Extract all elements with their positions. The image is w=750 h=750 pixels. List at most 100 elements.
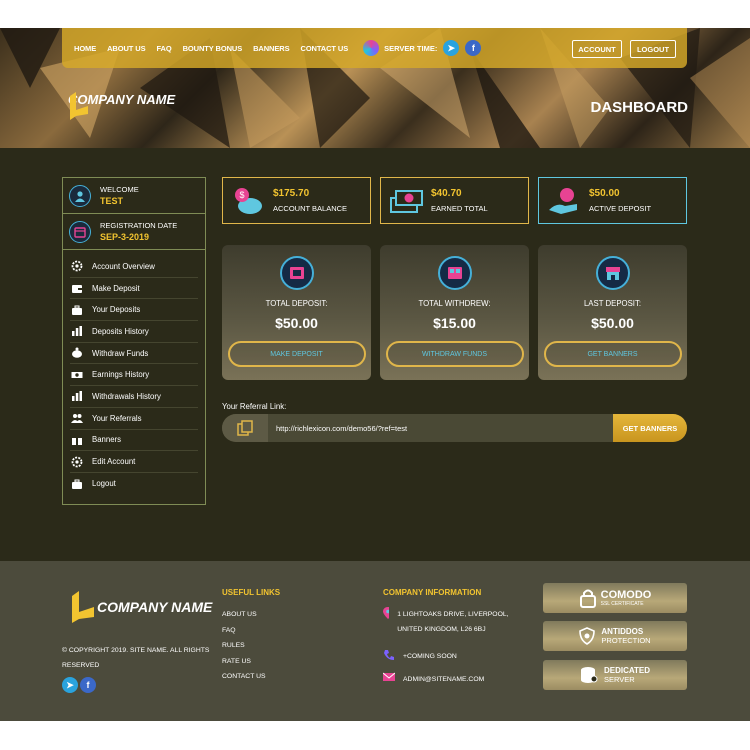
withdraw-funds-button[interactable]: WITHDRAW FUNDS (385, 341, 524, 367)
card-label: TOTAL WITHDREW: (418, 299, 491, 308)
facebook-icon[interactable]: f (80, 677, 96, 693)
sidebar-item-earnings-history[interactable]: Earnings History (70, 364, 198, 387)
footer-link-rules[interactable]: RULES (222, 642, 245, 649)
card-total-withdrew: TOTAL WITHDREW: $15.00 WITHDRAW FUNDS (380, 245, 529, 380)
sidebar-item-account-overview[interactable]: Account Overview (70, 256, 198, 278)
welcome-label: WELCOME (100, 185, 139, 194)
company-logo[interactable]: COMPANY NAME (68, 92, 175, 120)
card-label: LAST DEPOSIT: (583, 299, 642, 308)
withdraw-icon (437, 256, 472, 290)
registration-block: REGISTRATION DATE SEP-3-2019 (63, 214, 205, 250)
card-last-deposit: LAST DEPOSIT: $50.00 GET BANNERS (538, 245, 687, 380)
footer-link-faq[interactable]: FAQ (222, 627, 236, 634)
footer-logo[interactable]: COMPANY NAME (70, 591, 212, 623)
telegram-icon[interactable]: ➤ (443, 40, 460, 56)
useful-links-heading: USEFUL LINKS (222, 588, 281, 597)
nav-contact-link[interactable]: CONTACT US (301, 44, 349, 53)
map-pin-icon (383, 607, 390, 619)
dedicated-server-badge: DEDICATED SERVER (543, 660, 687, 690)
copyright-text: © COPYRIGHT 2019. SITE NAME. ALL RIGHTS … (62, 647, 210, 669)
phone-text: +COMING SOON (403, 653, 457, 660)
stat-label: ACCOUNT BALANCE (273, 204, 348, 213)
sidebar-item-edit-account[interactable]: Edit Account (70, 451, 198, 473)
calendar-icon (69, 220, 91, 243)
nav-about-link[interactable]: ABOUT US (107, 44, 145, 53)
copy-icon[interactable] (222, 414, 268, 442)
gift-icon (70, 433, 84, 447)
stat-label: ACTIVE DEPOSIT (589, 204, 652, 213)
footer-link-contact[interactable]: CONTACT US (222, 673, 266, 680)
sidebar-item-label: Earnings History (92, 370, 150, 380)
registration-date: SEP-3-2019 (100, 232, 150, 242)
badge-title: DEDICATED (603, 666, 651, 675)
welcome-block: WELCOME TEST (63, 178, 205, 214)
wallet-icon (70, 281, 84, 295)
nav-faq-link[interactable]: FAQ (156, 44, 171, 53)
nav-home-link[interactable]: HOME (74, 44, 96, 53)
piggy-bank-icon (70, 346, 84, 360)
money-stack-icon (390, 189, 423, 213)
footer-link-about[interactable]: ABOUT US (222, 611, 257, 618)
nav-bounty-link[interactable]: BOUNTY BONUS (183, 44, 243, 53)
telegram-icon[interactable]: ➤ (62, 677, 78, 693)
stat-account-balance: $ $175.70 ACCOUNT BALANCE (222, 177, 371, 224)
server-time: SERVER TIME: (363, 40, 437, 56)
email-row: ADMIN@SITENAME.COM (383, 672, 484, 687)
referral-bar: http://richlexicon.com/demo56/?ref=test … (222, 414, 687, 442)
sidebar-item-your-deposits[interactable]: Your Deposits (70, 299, 198, 322)
users-icon (70, 411, 84, 425)
card-label: TOTAL DEPOSIT: (265, 299, 328, 308)
stat-earned-total: $40.70 EARNED TOTAL (380, 177, 529, 224)
comodo-ssl-badge: COMODO SSL CERTIFICATE (543, 583, 687, 613)
briefcase-icon (70, 303, 84, 317)
badge-subtitle: PROTECTION (601, 636, 651, 645)
sidebar-item-label: Logout (92, 479, 116, 489)
footer-link-rate[interactable]: RATE US (222, 658, 251, 665)
store-icon (595, 256, 630, 290)
sidebar-item-deposits-history[interactable]: Deposits History (70, 321, 198, 343)
address-text: 1 LIGHTOAKS DRIVE, LIVERPOOL, UNITED KIN… (397, 611, 509, 633)
sidebar-item-your-referrals[interactable]: Your Referrals (70, 408, 198, 430)
shield-icon (579, 627, 596, 645)
sidebar-item-label: Withdraw Funds (92, 348, 149, 358)
make-deposit-button[interactable]: MAKE DEPOSIT (227, 341, 366, 367)
phone-icon (384, 650, 394, 660)
page: HOME ABOUT US FAQ BOUNTY BONUS BANNERS C… (0, 28, 750, 721)
nav-banners-link[interactable]: BANNERS (253, 44, 289, 53)
card-value: $50.00 (275, 315, 318, 331)
server-time-label: SERVER TIME: (384, 43, 438, 53)
phone-row: +COMING SOON (383, 649, 457, 664)
badge-title: ANTIDDOS (601, 627, 644, 636)
sidebar-item-banners[interactable]: Banners (70, 430, 198, 452)
cash-icon (70, 368, 84, 382)
referral-url[interactable]: http://richlexicon.com/demo56/?ref=test (276, 424, 613, 433)
sidebar-item-make-deposit[interactable]: Make Deposit (70, 278, 198, 300)
sidebar-item-label: Banners (92, 435, 122, 445)
card-value: $50.00 (591, 315, 634, 331)
sidebar-item-withdraw-funds[interactable]: Withdraw Funds (70, 343, 198, 365)
account-button[interactable]: ACCOUNT (572, 40, 622, 58)
badge-subtitle: SSL CERTIFICATE (600, 601, 644, 607)
piggy-bank-icon: $ (235, 187, 262, 214)
stat-value: $50.00 (589, 188, 620, 199)
sidebar-item-label: Account Overview (92, 261, 155, 271)
sidebar: WELCOME TEST REGISTRATION DATE SEP-3-201… (62, 177, 206, 505)
footer-social: ➤ f (62, 677, 96, 693)
sidebar-menu: Account Overview Make Deposit Your Depos… (63, 250, 205, 495)
sidebar-item-logout[interactable]: Logout (70, 473, 198, 495)
address-row: 1 LIGHTOAKS DRIVE, LIVERPOOL, UNITED KIN… (383, 607, 523, 637)
company-info-heading: COMPANY INFORMATION (383, 588, 482, 597)
logo-mark-icon (70, 92, 88, 120)
sidebar-item-withdrawals-history[interactable]: Withdrawals History (70, 386, 198, 408)
stat-active-deposit: $50.00 ACTIVE DEPOSIT (538, 177, 687, 224)
hand-coin-icon (549, 187, 577, 214)
deposit-icon (279, 256, 314, 290)
lock-icon (579, 589, 596, 608)
logout-button[interactable]: LOGOUT (630, 40, 676, 58)
sidebar-item-label: Make Deposit (92, 283, 140, 293)
clock-icon (363, 40, 380, 56)
referral-get-banners-button[interactable]: GET BANNERS (613, 414, 687, 442)
get-banners-button[interactable]: GET BANNERS (543, 341, 682, 367)
facebook-icon[interactable]: f (465, 40, 482, 56)
hero-banner: HOME ABOUT US FAQ BOUNTY BONUS BANNERS C… (0, 28, 750, 148)
